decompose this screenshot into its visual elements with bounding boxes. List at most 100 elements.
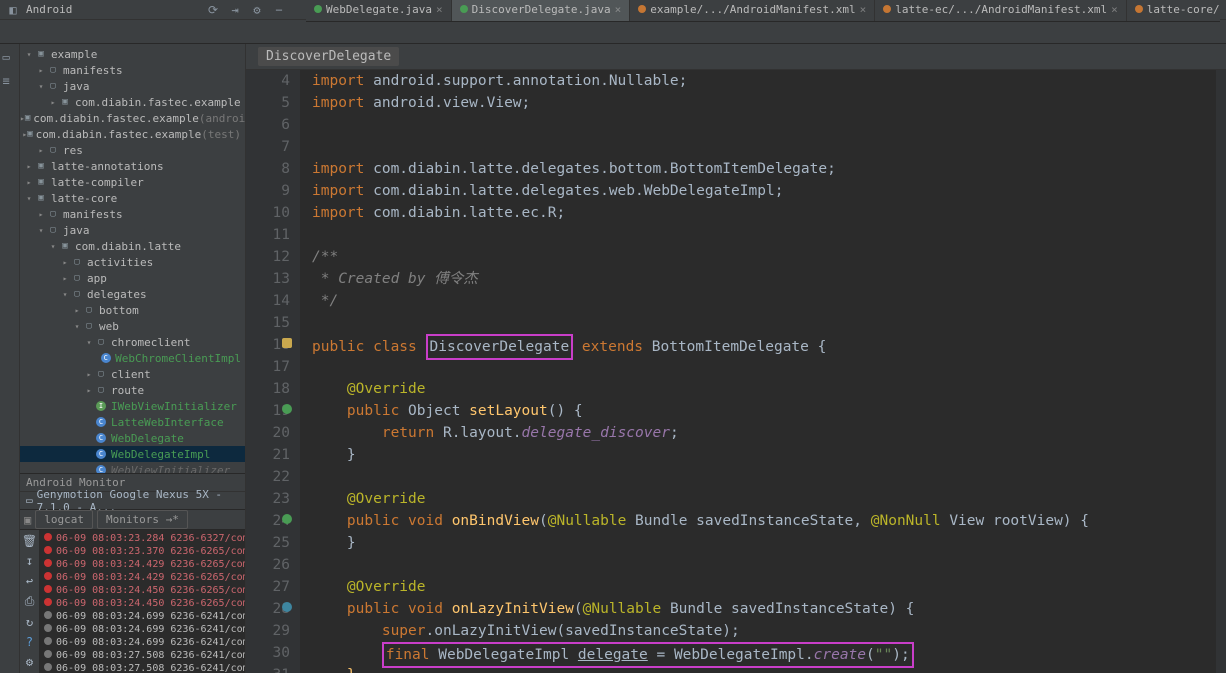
collapse-icon[interactable]: ⇥ [228,3,242,17]
expand-arrow-icon[interactable]: ▾ [48,242,58,251]
expand-arrow-icon[interactable]: ▾ [24,194,34,203]
logcat-tab[interactable]: logcat [35,510,93,529]
expand-arrow-icon[interactable]: ▾ [24,50,34,59]
code-line[interactable]: public Object setLayout() { [312,400,1089,422]
project-rail-icon[interactable]: ▭ [3,50,17,64]
wrap-icon[interactable]: ↩ [26,574,33,588]
gutter-mark-icon[interactable] [282,514,292,524]
tree-item[interactable]: ▸▢client [20,366,245,382]
tree-item[interactable]: ▾▣latte-core [20,190,245,206]
tab-1[interactable]: DiscoverDelegate.java× [452,0,631,21]
tree-item[interactable]: CLatteWebInterface [20,414,245,430]
tree-item[interactable]: ▸▣com.diabin.fastec.example [20,94,245,110]
tree-item[interactable]: ▸▣latte-annotations [20,158,245,174]
tree-item[interactable]: ▾▢java [20,222,245,238]
tree-item[interactable]: ▾▢chromeclient [20,334,245,350]
expand-arrow-icon[interactable]: ▸ [36,66,46,75]
code-line[interactable]: public void onLazyInitView(@Nullable Bun… [312,598,1089,620]
scroll-icon[interactable]: ↧ [26,554,33,568]
code-line[interactable]: } [312,444,1089,466]
hide-icon[interactable]: − [272,3,286,17]
clear-icon[interactable]: 🗑 [22,534,37,548]
expand-arrow-icon[interactable]: ▾ [60,290,70,299]
expand-arrow-icon[interactable]: ▾ [84,338,94,347]
restart-icon[interactable]: ↻ [26,615,33,629]
expand-arrow-icon[interactable]: ▸ [36,146,46,155]
tree-item[interactable]: ▾▢delegates [20,286,245,302]
expand-arrow-icon[interactable]: ▸ [48,98,58,107]
expand-arrow-icon[interactable]: ▾ [72,322,82,331]
code-line[interactable]: /** [312,246,1089,268]
print-icon[interactable]: ⎙ [25,594,35,609]
tree-item[interactable]: CWebDelegateImpl [20,446,245,462]
tree-item[interactable]: ▸▢res [20,142,245,158]
tab-3[interactable]: latte-ec/.../AndroidManifest.xml× [875,0,1127,21]
expand-arrow-icon[interactable]: ▸ [24,178,34,187]
code-line[interactable] [312,466,1089,488]
code-line[interactable]: public void onBindView(@Nullable Bundle … [312,510,1089,532]
tree-item[interactable]: ▸▣com.diabin.fastec.example (androidTe [20,110,245,126]
expand-arrow-icon[interactable]: ▾ [36,226,46,235]
close-icon[interactable]: × [1111,3,1118,16]
log-lines[interactable]: 06-09 08:03:23.284 6236-6327/com.dia06-0… [40,530,245,673]
structure-rail-icon[interactable]: ≡ [3,74,17,88]
tree-item[interactable]: ▸▣com.diabin.fastec.example (test) [20,126,245,142]
gutter-mark-icon[interactable] [282,338,292,348]
device-row[interactable]: ▭ Genymotion Google Nexus 5X - 7.1.0 - A… [20,492,245,510]
code-line[interactable]: } [312,532,1089,554]
tree-item[interactable]: ▸▢manifests [20,62,245,78]
tree-item[interactable]: ▸▢app [20,270,245,286]
tree-item[interactable]: ▾▢web [20,318,245,334]
code-line[interactable] [312,554,1089,576]
code-line[interactable]: import android.support.annotation.Nullab… [312,70,1089,92]
code-line[interactable]: * Created by 傅令杰 [312,268,1089,290]
sync-icon[interactable]: ⟳ [206,3,220,17]
code-line[interactable] [312,312,1089,334]
tree-item[interactable]: ▸▣latte-compiler [20,174,245,190]
monitors-tab[interactable]: Monitors →* [97,510,188,529]
code-line[interactable]: return R.layout.delegate_discover; [312,422,1089,444]
close-icon[interactable]: × [436,3,443,16]
tree-item[interactable]: CWebViewInitializer [20,462,245,473]
code[interactable]: import android.support.annotation.Nullab… [300,70,1089,673]
code-line[interactable]: super.onLazyInitView(savedInstanceState)… [312,620,1089,642]
project-tree[interactable]: ▾▣example▸▢manifests▾▢java▸▣com.diabin.f… [20,44,245,473]
gutter-mark-icon[interactable] [282,404,292,414]
tree-item[interactable]: ▾▣example [20,46,245,62]
close-icon[interactable]: × [615,3,622,16]
code-line[interactable] [312,136,1089,158]
tree-item[interactable]: ▸▢activities [20,254,245,270]
code-area[interactable]: 4567891011121314151617181920212223242526… [246,70,1226,673]
breadcrumb-class[interactable]: DiscoverDelegate [258,47,399,66]
code-line[interactable] [312,114,1089,136]
expand-arrow-icon[interactable]: ▾ [36,82,46,91]
tree-item[interactable]: IIWebViewInitializer [20,398,245,414]
scrollbar[interactable] [1216,70,1226,673]
rec-icon[interactable]: ▣ [24,513,31,527]
code-line[interactable]: public class DiscoverDelegate extends Bo… [312,334,1089,356]
code-line[interactable]: import com.diabin.latte.delegates.web.We… [312,180,1089,202]
code-line[interactable]: import android.view.View; [312,92,1089,114]
expand-arrow-icon[interactable]: ▸ [60,274,70,283]
expand-arrow-icon[interactable]: ▸ [36,210,46,219]
expand-arrow-icon[interactable]: ▸ [60,258,70,267]
help-icon[interactable]: ? [26,635,33,649]
tree-item[interactable]: ▾▣com.diabin.latte [20,238,245,254]
code-line[interactable]: @Override [312,576,1089,598]
code-line[interactable]: final WebDelegateImpl delegate = WebDele… [312,642,1089,664]
code-line[interactable]: import com.diabin.latte.delegates.bottom… [312,158,1089,180]
gear-icon[interactable]: ⚙ [26,655,33,669]
expand-arrow-icon[interactable]: ▸ [72,306,82,315]
tree-item[interactable]: ▸▢route [20,382,245,398]
close-icon[interactable]: × [860,3,867,16]
expand-arrow-icon[interactable]: ▸ [24,162,34,171]
tree-item[interactable]: ▸▢manifests [20,206,245,222]
settings-icon[interactable]: ⚙ [250,3,264,17]
code-line[interactable]: @Override [312,488,1089,510]
tab-4[interactable]: latte-core/.../AndroidManifest.xml× [1127,0,1220,21]
expand-arrow-icon[interactable]: ▸ [84,386,94,395]
code-line[interactable]: */ [312,290,1089,312]
expand-arrow-icon[interactable]: ▸ [84,370,94,379]
code-line[interactable] [312,224,1089,246]
tab-2[interactable]: example/.../AndroidManifest.xml× [630,0,875,21]
